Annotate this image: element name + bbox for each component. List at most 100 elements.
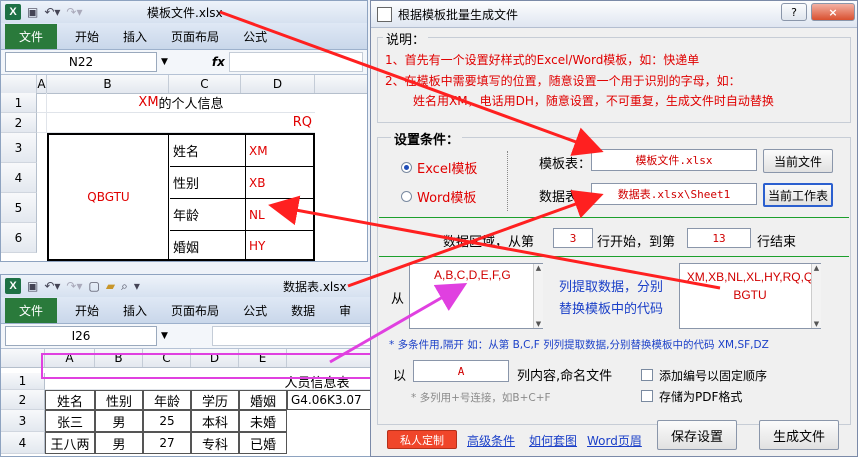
header-cell[interactable]: 婚姻 bbox=[239, 390, 287, 410]
table-cell[interactable]: 张三 bbox=[45, 410, 95, 432]
row-number[interactable]: 4 bbox=[1, 163, 37, 193]
advanced-conditions-link[interactable]: 高级条件 bbox=[467, 432, 515, 449]
custom-order-button[interactable]: 私人定制 bbox=[387, 430, 457, 449]
new-file-icon[interactable]: ▢ bbox=[89, 279, 100, 293]
table-cell[interactable]: 王八两 bbox=[45, 432, 95, 454]
row-number[interactable]: 3 bbox=[1, 133, 37, 163]
tab-home[interactable]: 开始 bbox=[63, 298, 111, 323]
open-folder-icon[interactable]: ▰ bbox=[106, 279, 115, 293]
batch-generate-dialog: 根据模板批量生成文件 ? × 说明： 1、首先有一个设置好样式的Excel/Wo… bbox=[370, 0, 858, 457]
section-divider bbox=[379, 217, 849, 218]
range-start-input[interactable]: 3 bbox=[553, 228, 593, 248]
word-template-radio[interactable] bbox=[401, 191, 412, 202]
name-column-input[interactable]: A bbox=[413, 360, 509, 382]
tab-formulas[interactable]: 公式 bbox=[231, 24, 279, 49]
dialog-title: 根据模板批量生成文件 bbox=[398, 7, 519, 22]
data-table-input[interactable]: 数据表.xlsx\Sheet1 bbox=[591, 183, 757, 205]
code-marriage[interactable]: HY bbox=[246, 231, 313, 261]
tab-insert[interactable]: 插入 bbox=[111, 24, 159, 49]
redo-icon[interactable]: ↷▾ bbox=[66, 5, 82, 19]
columns-scrollbar[interactable]: ▲ ▼ bbox=[533, 264, 543, 328]
col-header-a[interactable]: A bbox=[37, 75, 47, 93]
save-pdf-label[interactable]: 存储为PDF格式 bbox=[659, 388, 742, 405]
select-all-corner[interactable] bbox=[1, 75, 37, 93]
col-header-d[interactable]: D bbox=[241, 75, 315, 93]
tab-home[interactable]: 开始 bbox=[63, 24, 111, 49]
row-number[interactable]: 2 bbox=[1, 113, 37, 133]
add-number-checkbox[interactable] bbox=[641, 369, 653, 381]
formula-input[interactable] bbox=[228, 52, 363, 72]
header-cell[interactable]: 学历 bbox=[191, 390, 239, 410]
title-cell[interactable]: XM 的个人信息 bbox=[47, 93, 315, 113]
header-cell[interactable]: 姓名 bbox=[45, 390, 95, 410]
table-cell[interactable]: 本科 bbox=[191, 410, 239, 432]
undo-icon[interactable]: ↶▾ bbox=[44, 5, 60, 19]
range-end-input[interactable]: 13 bbox=[687, 228, 751, 248]
name-box[interactable]: N22 bbox=[5, 52, 157, 72]
formula-input[interactable] bbox=[211, 326, 377, 346]
save-settings-button[interactable]: 保存设置 bbox=[657, 420, 737, 450]
tab-file[interactable]: 文件 bbox=[5, 24, 58, 49]
table-cell[interactable]: 男 bbox=[95, 432, 143, 454]
column-header-highlight bbox=[41, 353, 379, 379]
columns-input[interactable]: A,B,C,D,E,F,G bbox=[409, 263, 543, 329]
code-age[interactable]: NL bbox=[246, 199, 313, 230]
generate-files-button[interactable]: 生成文件 bbox=[759, 420, 839, 450]
excel-template-label[interactable]: Excel模板 bbox=[417, 158, 477, 177]
code-name[interactable]: XM bbox=[246, 135, 313, 166]
tab-insert[interactable]: 插入 bbox=[111, 298, 159, 323]
save-pdf-checkbox[interactable] bbox=[641, 390, 653, 402]
rq-cell[interactable]: RQ bbox=[47, 113, 315, 133]
help-button[interactable]: ? bbox=[781, 3, 807, 21]
current-sheet-button[interactable]: 当前工作表 bbox=[763, 183, 833, 207]
extra-cell[interactable]: G4.06K3.07 bbox=[287, 390, 381, 410]
row-number[interactable]: 1 bbox=[1, 93, 37, 113]
tab-formulas[interactable]: 公式 bbox=[231, 298, 279, 323]
excel-template-radio[interactable] bbox=[401, 162, 412, 173]
select-all-corner[interactable] bbox=[1, 349, 45, 367]
chevron-down-icon[interactable]: ▼ bbox=[161, 57, 168, 67]
tab-data[interactable]: 数据 bbox=[279, 298, 327, 323]
codes-scrollbar[interactable]: ▲ ▼ bbox=[811, 264, 821, 328]
code-gender[interactable]: XB bbox=[246, 167, 313, 198]
header-cell[interactable]: 年龄 bbox=[143, 390, 191, 410]
undo-icon[interactable]: ↶▾ bbox=[44, 279, 60, 293]
current-file-button[interactable]: 当前文件 bbox=[763, 149, 833, 173]
codes-input[interactable]: XM,XB,NL,XL,HY,RQ,QBGTU bbox=[679, 263, 821, 329]
row-number[interactable]: 3 bbox=[1, 410, 45, 432]
col-header-b[interactable]: B bbox=[47, 75, 169, 93]
redo-icon[interactable]: ↷▾ bbox=[66, 279, 82, 293]
word-template-label[interactable]: Word模板 bbox=[417, 187, 476, 206]
tab-page-layout[interactable]: 页面布局 bbox=[159, 24, 231, 49]
chevron-down-icon[interactable]: ▼ bbox=[161, 331, 168, 341]
save-icon[interactable]: ▣ bbox=[27, 279, 38, 293]
row-number[interactable]: 1 bbox=[1, 373, 45, 390]
photo-cell[interactable]: QBGTU bbox=[49, 135, 169, 259]
header-cell[interactable]: 性别 bbox=[95, 390, 143, 410]
table-cell[interactable]: 未婚 bbox=[239, 410, 287, 432]
template-input[interactable]: 模板文件.xlsx bbox=[591, 149, 757, 171]
table-cell[interactable]: 25 bbox=[143, 410, 191, 432]
row-number[interactable]: 5 bbox=[1, 193, 37, 223]
customize-icon[interactable]: ▾ bbox=[134, 279, 140, 293]
table-cell[interactable]: 已婚 bbox=[239, 432, 287, 454]
tab-file[interactable]: 文件 bbox=[5, 298, 58, 323]
range-tail-label: 行结束 bbox=[757, 235, 797, 250]
data-formula-bar: I26 ▼ bbox=[1, 324, 381, 349]
row-number[interactable]: 6 bbox=[1, 223, 37, 253]
table-cell[interactable]: 专科 bbox=[191, 432, 239, 454]
tab-review[interactable]: 审 bbox=[327, 298, 363, 323]
col-header-c[interactable]: C bbox=[169, 75, 241, 93]
word-header-link[interactable]: Word页眉 bbox=[587, 432, 642, 449]
row-number[interactable]: 2 bbox=[1, 390, 45, 410]
tab-page-layout[interactable]: 页面布局 bbox=[159, 298, 231, 323]
table-cell[interactable]: 27 bbox=[143, 432, 191, 454]
row-number[interactable]: 4 bbox=[1, 432, 45, 454]
table-cell[interactable]: 男 bbox=[95, 410, 143, 432]
print-preview-icon[interactable]: ⌕ bbox=[121, 279, 128, 294]
save-icon[interactable]: ▣ bbox=[27, 5, 38, 19]
add-number-label[interactable]: 添加编号以固定顺序 bbox=[659, 367, 767, 384]
close-button[interactable]: × bbox=[811, 3, 855, 21]
how-to-apply-link[interactable]: 如何套图 bbox=[529, 432, 577, 449]
name-box[interactable]: I26 bbox=[5, 326, 157, 346]
